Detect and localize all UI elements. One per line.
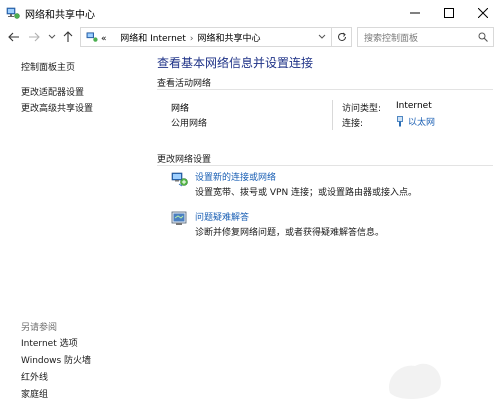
ethernet-plug-icon xyxy=(397,116,403,127)
network-sharing-icon xyxy=(86,32,98,42)
up-button[interactable] xyxy=(60,29,76,45)
page-title: 查看基本网络信息并设置连接 xyxy=(157,56,314,70)
connections-label: 连接: xyxy=(342,119,364,129)
task-new-connection: 设置新的连接或网络 设置宽带、拨号或 VPN 连接；或设置路由器或接入点。 xyxy=(171,170,491,202)
back-arrow-icon xyxy=(8,32,19,42)
see-also-heading: 另请参阅 xyxy=(21,323,58,333)
task-troubleshoot: 问题疑难解答 诊断并修复网络问题，或者获得疑难解答信息。 xyxy=(171,210,491,242)
maximize-button[interactable] xyxy=(432,0,466,26)
watermark-icon xyxy=(389,363,441,400)
window-title: 网络和共享中心 xyxy=(25,10,95,21)
minimize-button[interactable] xyxy=(398,0,432,26)
close-icon xyxy=(478,8,488,18)
see-also-windows-firewall[interactable]: Windows 防火墙 xyxy=(21,353,91,366)
refresh-button[interactable] xyxy=(332,27,352,47)
ethernet-connection-link[interactable]: 以太网 xyxy=(396,115,435,128)
search-icon xyxy=(478,32,488,42)
sidebar-item-change-adapter-settings[interactable]: 更改适配器设置 xyxy=(21,85,84,98)
troubleshoot-link[interactable]: 问题疑难解答 xyxy=(195,210,249,223)
access-type-label: 访问类型: xyxy=(342,104,382,114)
setup-new-connection-link[interactable]: 设置新的连接或网络 xyxy=(195,170,276,183)
network-type[interactable]: 公用网络 xyxy=(171,116,207,129)
sidebar-item-change-advanced-sharing[interactable]: 更改高级共享设置 xyxy=(21,101,93,114)
troubleshoot-description: 诊断并修复网络问题，或者获得疑难解答信息。 xyxy=(195,228,385,238)
back-button[interactable] xyxy=(6,29,22,45)
chevron-down-icon[interactable] xyxy=(317,31,327,43)
active-networks-label: 查看活动网络 xyxy=(157,79,212,89)
access-type-value: Internet xyxy=(396,101,432,111)
breadcrumb-separator: › xyxy=(189,34,194,44)
network-name: 网络 xyxy=(171,104,190,114)
navigation-bar: « 网络和 Internet › 网络和共享中心 搜索控制面板 xyxy=(0,26,500,48)
new-connection-icon xyxy=(171,172,188,187)
troubleshoot-icon xyxy=(171,211,187,225)
divider xyxy=(157,165,493,166)
see-also-homegroup[interactable]: 家庭组 xyxy=(21,387,48,400)
address-bar[interactable]: « 网络和 Internet › 网络和共享中心 xyxy=(80,27,332,47)
see-also-internet-options[interactable]: Internet 选项 xyxy=(21,336,78,349)
breadcrumb-overflow[interactable]: « xyxy=(101,34,107,44)
see-also-infrared[interactable]: 红外线 xyxy=(21,370,48,383)
sidebar: 控制面板主页 更改适配器设置 更改高级共享设置 另请参阅 Internet 选项… xyxy=(0,48,150,407)
title-bar: 网络和共享中心 xyxy=(0,0,500,26)
recent-locations-button[interactable] xyxy=(44,29,60,45)
setup-new-connection-description: 设置宽带、拨号或 VPN 连接；或设置路由器或接入点。 xyxy=(195,188,418,198)
minimize-icon xyxy=(410,12,420,14)
maximize-icon xyxy=(444,8,454,18)
sidebar-item-control-panel-home[interactable]: 控制面板主页 xyxy=(21,60,75,73)
chevron-down-icon xyxy=(48,34,56,39)
breadcrumb-separator xyxy=(113,34,116,44)
breadcrumb-network-internet[interactable]: 网络和 Internet xyxy=(120,34,186,44)
up-arrow-icon xyxy=(63,31,73,42)
forward-arrow-icon xyxy=(29,32,40,42)
search-box[interactable]: 搜索控制面板 xyxy=(357,27,494,47)
breadcrumb: « 网络和 Internet › 网络和共享中心 xyxy=(101,31,261,44)
close-button[interactable] xyxy=(466,0,500,26)
ethernet-connection-label: 以太网 xyxy=(408,118,436,128)
refresh-icon xyxy=(337,32,346,41)
change-network-settings-label: 更改网络设置 xyxy=(157,155,212,165)
forward-button[interactable] xyxy=(26,29,42,45)
breadcrumb-network-sharing-center[interactable]: 网络和共享中心 xyxy=(197,34,260,44)
divider xyxy=(157,89,493,90)
search-placeholder: 搜索控制面板 xyxy=(364,34,419,44)
divider xyxy=(332,100,333,130)
network-sharing-icon xyxy=(6,7,20,19)
